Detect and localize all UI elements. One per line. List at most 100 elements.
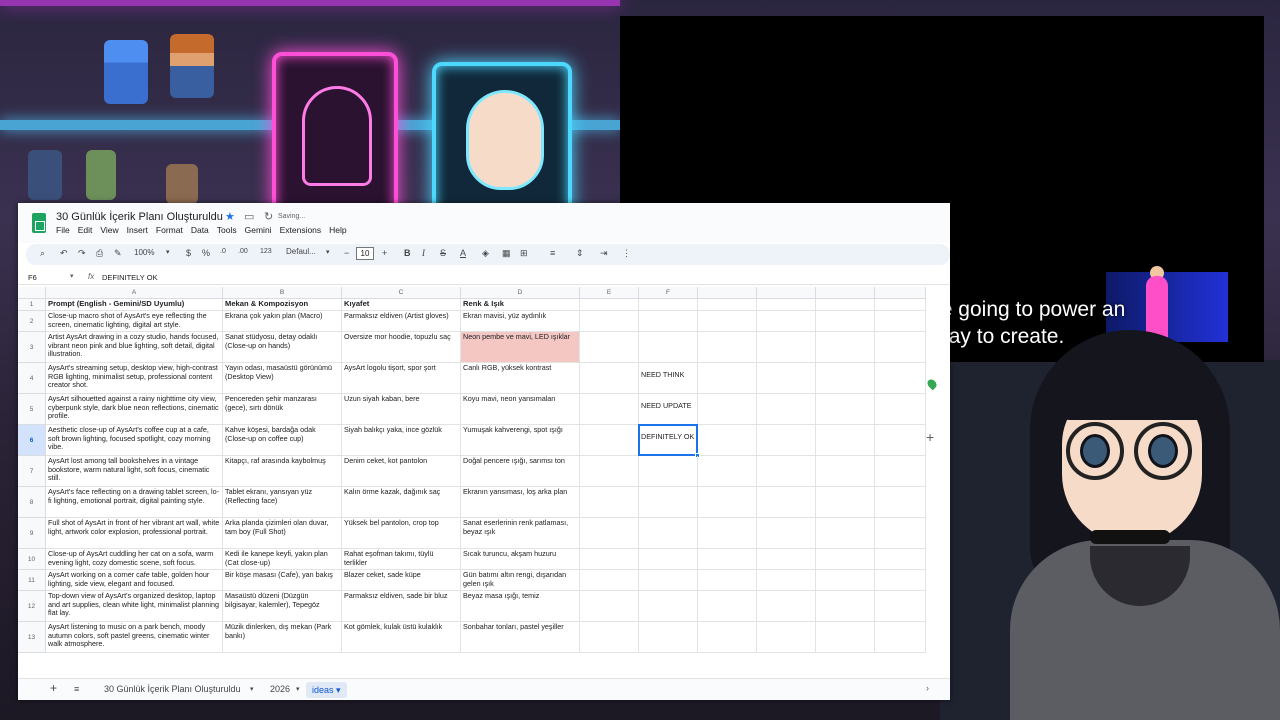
menu-tools[interactable]: Tools (217, 225, 237, 235)
cell-F8[interactable] (639, 487, 698, 518)
row-header[interactable]: 12 (18, 591, 46, 622)
select-all-corner[interactable] (18, 287, 46, 299)
row-header[interactable]: 13 (18, 622, 46, 653)
undo-icon[interactable]: ↶ (60, 248, 68, 259)
column-header[interactable]: D (461, 287, 580, 299)
cell-E9[interactable] (580, 518, 639, 549)
redo-icon[interactable]: ↷ (78, 248, 86, 259)
cell-J11[interactable] (875, 570, 926, 591)
chevron-down-icon[interactable]: ▾ (250, 685, 254, 693)
cell-J4[interactable] (875, 363, 926, 394)
cell-J13[interactable] (875, 622, 926, 653)
cell-I3[interactable] (816, 332, 875, 363)
cell-I13[interactable] (816, 622, 875, 653)
cell-F1[interactable] (639, 299, 698, 311)
column-header[interactable]: C (342, 287, 461, 299)
cell-E5[interactable] (580, 394, 639, 425)
cell-B10[interactable]: Kedi ile kanepe keyfi, yakın plan (Cat c… (223, 549, 342, 570)
cell-A11[interactable]: AysArt working on a corner cafe table, g… (46, 570, 223, 591)
row-header[interactable]: 9 (18, 518, 46, 549)
cell-D5[interactable]: Koyu mavi, neon yansımaları (461, 394, 580, 425)
cell-D13[interactable]: Sonbahar tonları, pastel yeşiller (461, 622, 580, 653)
sheet-tab[interactable]: 30 Günlük İçerik Planı Oluşturuldu (104, 684, 241, 694)
column-header[interactable]: E (580, 287, 639, 299)
cell-G5[interactable] (698, 394, 757, 425)
cell-B13[interactable]: Müzik dinlerken, dış mekan (Park bankı) (223, 622, 342, 653)
menu-data[interactable]: Data (191, 225, 209, 235)
sheet-tab-active[interactable]: ideas ▾ (306, 682, 347, 698)
bold-icon[interactable]: B (404, 248, 411, 258)
cell-H7[interactable] (757, 456, 816, 487)
currency-button[interactable]: $ (186, 248, 191, 258)
row-header[interactable]: 11 (18, 570, 46, 591)
cell-B5[interactable]: Pencereden şehir manzarası (gece), sırtı… (223, 394, 342, 425)
move-folder-icon[interactable]: ▭ (244, 210, 254, 223)
cell-J7[interactable] (875, 456, 926, 487)
menu-insert[interactable]: Insert (127, 225, 148, 235)
number-format-button[interactable]: 123 (260, 248, 272, 255)
column-header[interactable]: B (223, 287, 342, 299)
print-icon[interactable]: ⎙ (96, 248, 103, 259)
cell-A6[interactable]: Aesthetic close-up of AysArt's coffee cu… (46, 425, 223, 456)
cell-H12[interactable] (757, 591, 816, 622)
cell-A9[interactable]: Full shot of AysArt in front of her vibr… (46, 518, 223, 549)
cell-I4[interactable] (816, 363, 875, 394)
cell-H1[interactable] (757, 299, 816, 311)
text-color-icon[interactable]: A (460, 248, 466, 258)
menu-format[interactable]: Format (156, 225, 183, 235)
cell-H6[interactable] (757, 425, 816, 456)
cell-F4[interactable]: NEED THINK (639, 363, 698, 394)
cell-D8[interactable]: Ekranın yansıması, loş arka plan (461, 487, 580, 518)
cell-J6[interactable] (875, 425, 926, 456)
cell-J12[interactable] (875, 591, 926, 622)
cell-H8[interactable] (757, 487, 816, 518)
cell-B4[interactable]: Yayın odası, masaüstü görünümü (Desktop … (223, 363, 342, 394)
cell-H10[interactable] (757, 549, 816, 570)
cell-A7[interactable]: AysArt lost among tall bookshelves in a … (46, 456, 223, 487)
decrease-font-size-button[interactable]: − (344, 248, 349, 258)
chevron-right-icon[interactable]: › (926, 683, 929, 693)
increase-font-size-button[interactable]: + (382, 248, 387, 258)
chevron-down-icon[interactable]: ▾ (296, 685, 300, 693)
cell-E2[interactable] (580, 311, 639, 332)
column-header[interactable]: F (639, 287, 698, 299)
cell-J9[interactable] (875, 518, 926, 549)
cell-H5[interactable] (757, 394, 816, 425)
merge-cells-icon[interactable]: ⊞ (520, 248, 528, 259)
cell-I7[interactable] (816, 456, 875, 487)
cell-F12[interactable] (639, 591, 698, 622)
align-left-icon[interactable]: ≡ (550, 248, 555, 258)
row-header[interactable]: 7 (18, 456, 46, 487)
column-header[interactable]: A (46, 287, 223, 299)
cell-J3[interactable] (875, 332, 926, 363)
row-header[interactable]: 1 (18, 299, 46, 311)
maps-icon[interactable] (925, 377, 939, 391)
star-icon[interactable]: ★ (225, 210, 235, 223)
column-header[interactable] (816, 287, 875, 299)
cell-D10[interactable]: Sıcak turuncu, akşam huzuru (461, 549, 580, 570)
column-header[interactable] (757, 287, 816, 299)
cell-E4[interactable] (580, 363, 639, 394)
cell-J5[interactable] (875, 394, 926, 425)
cell-F9[interactable] (639, 518, 698, 549)
cell-J1[interactable] (875, 299, 926, 311)
cell-B3[interactable]: Sanat stüdyosu, detay odaklı (Close-up o… (223, 332, 342, 363)
row-header[interactable]: 8 (18, 487, 46, 518)
cell-A5[interactable]: AysArt silhouetted against a rainy night… (46, 394, 223, 425)
cell-G4[interactable] (698, 363, 757, 394)
cell-I9[interactable] (816, 518, 875, 549)
menu-file[interactable]: File (56, 225, 70, 235)
zoom-select[interactable]: 100% (134, 248, 154, 257)
chevron-down-icon[interactable]: ▾ (166, 248, 170, 256)
italic-icon[interactable]: I (422, 248, 425, 258)
cell-G7[interactable] (698, 456, 757, 487)
cell-F10[interactable] (639, 549, 698, 570)
cell-F13[interactable] (639, 622, 698, 653)
cell-A2[interactable]: Close-up macro shot of AysArt's eye refl… (46, 311, 223, 332)
cell-A1[interactable]: Prompt (English - Gemini/SD Uyumlu) (46, 299, 223, 311)
cell-C7[interactable]: Denim ceket, kot pantolon (342, 456, 461, 487)
cell-I6[interactable] (816, 425, 875, 456)
cell-E8[interactable] (580, 487, 639, 518)
cell-G9[interactable] (698, 518, 757, 549)
cell-B12[interactable]: Masaüstü düzeni (Düzgün bilgisayar, kale… (223, 591, 342, 622)
